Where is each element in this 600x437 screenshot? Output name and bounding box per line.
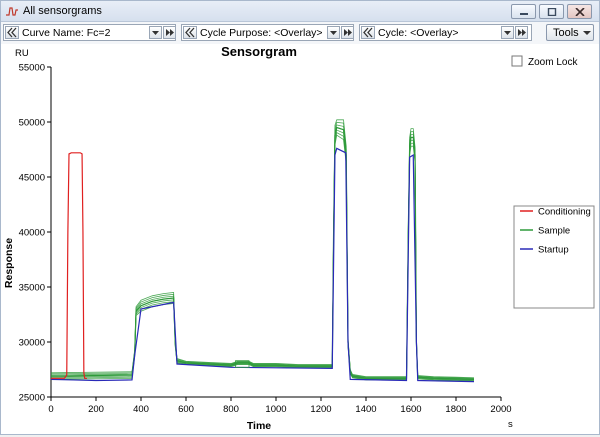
x-tick-label: 800 (223, 404, 239, 415)
zoom-lock-label[interactable]: Zoom Lock (528, 57, 578, 68)
next-curve-button[interactable] (163, 26, 176, 39)
sample-replicate-line (50, 124, 475, 380)
maximize-icon (547, 8, 557, 16)
sensorgram-window: All sensorgrams Curve Name: Fc=2 Cycle P… (0, 0, 600, 435)
chevron-down-icon (152, 31, 159, 35)
sample-replicate-line (50, 119, 475, 379)
y-tick-label: 50000 (19, 118, 45, 129)
previous-curve-button[interactable] (5, 26, 19, 39)
chevron-down-icon (583, 31, 591, 35)
y-tick-label: 25000 (19, 393, 45, 404)
x-tick-label: 1400 (355, 404, 376, 415)
x-tick-label: 200 (88, 404, 104, 415)
double-chevron-left-icon (185, 27, 195, 38)
plot-lines (50, 119, 475, 383)
y-tick-label: 35000 (19, 283, 45, 294)
y-tick-label: 45000 (19, 173, 45, 184)
x-tick-label: 400 (133, 404, 149, 415)
legend: Conditioning Sample Startup (513, 205, 595, 309)
cycle-value: Cycle: <Overlay> (378, 27, 459, 39)
cycle-selector[interactable]: Cycle: <Overlay> (359, 24, 532, 41)
series-conditioning (51, 152, 87, 379)
chevron-down-icon (504, 31, 511, 35)
maximize-button[interactable] (539, 4, 564, 19)
series-sample (50, 119, 475, 382)
cycle-dropdown-button[interactable] (501, 26, 514, 39)
x-tick-label: 1600 (400, 404, 421, 415)
chart-area: Sensorgram RU s Time Response 0 200 400 600… (1, 44, 599, 434)
curve-name-selector[interactable]: Curve Name: Fc=2 (3, 24, 176, 41)
x-tick-label: 1200 (310, 404, 331, 415)
curve-name-dropdown-button[interactable] (149, 26, 162, 39)
close-icon (575, 8, 585, 16)
legend-box (513, 205, 595, 309)
skip-next-icon (518, 29, 526, 36)
chart-title: Sensorgram (221, 44, 297, 59)
skip-next-icon (344, 29, 352, 36)
legend-label: Startup (538, 245, 569, 256)
skip-next-icon (166, 29, 174, 36)
cycle-purpose-dropdown-button[interactable] (327, 26, 340, 39)
minimize-button[interactable] (511, 4, 536, 19)
toolbar: Curve Name: Fc=2 Cycle Purpose: <Overlay… (1, 22, 599, 44)
series-startup (50, 147, 475, 383)
x-tick-label: 0 (48, 404, 53, 415)
startup-line (50, 147, 475, 383)
y-unit-label: RU (15, 48, 29, 59)
sample-replicate-line (50, 132, 475, 381)
sensorgram-window-icon (6, 7, 18, 16)
legend-label: Conditioning (538, 207, 591, 218)
double-chevron-left-icon (363, 27, 373, 38)
x-tick-label: 1000 (265, 404, 286, 415)
title-bar: All sensorgrams (1, 1, 599, 22)
cycle-purpose-selector[interactable]: Cycle Purpose: <Overlay> (181, 24, 354, 41)
x-unit-label: s (508, 419, 513, 430)
y-tick-label: 30000 (19, 338, 45, 349)
sensorgram-chart: Sensorgram RU s Time Response 0 200 400 600… (3, 44, 595, 432)
legend-label: Sample (538, 226, 570, 237)
curve-name-value: Curve Name: Fc=2 (22, 27, 111, 39)
next-cycle-purpose-button[interactable] (341, 26, 354, 39)
sample-replicate-line (50, 129, 475, 381)
minimize-icon (520, 13, 528, 15)
previous-cycle-purpose-button[interactable] (183, 26, 197, 39)
y-axis-label: Response (3, 238, 15, 288)
x-axis-label: Time (247, 420, 271, 432)
zoom-lock-control[interactable]: Zoom Lock (511, 55, 578, 68)
sample-line (50, 126, 475, 380)
zoom-lock-checkbox[interactable] (511, 55, 523, 67)
close-button[interactable] (567, 4, 592, 19)
tools-label: Tools (553, 27, 579, 39)
sample-replicate-line (50, 121, 475, 379)
x-tick-label: 1800 (445, 404, 466, 415)
chevron-down-icon (330, 31, 337, 35)
conditioning-line (51, 152, 87, 379)
x-tick-label: 2000 (490, 404, 511, 415)
y-tick-label: 55000 (19, 63, 45, 74)
tools-menu-button[interactable]: Tools (546, 24, 594, 41)
x-tick-label: 600 (178, 404, 194, 415)
sample-replicate-line (50, 134, 475, 382)
y-tick-label: 40000 (19, 228, 45, 239)
sample-replicate-line (50, 126, 475, 380)
next-cycle-button[interactable] (515, 26, 528, 39)
previous-cycle-button[interactable] (361, 26, 375, 39)
chart-axes: 0 200 400 600 800 1000 1200 1400 1600 1800 2000 250… (19, 63, 512, 416)
cycle-purpose-value: Cycle Purpose: <Overlay> (200, 27, 323, 39)
double-chevron-left-icon (7, 27, 17, 38)
window-title: All sensorgrams (23, 5, 102, 17)
